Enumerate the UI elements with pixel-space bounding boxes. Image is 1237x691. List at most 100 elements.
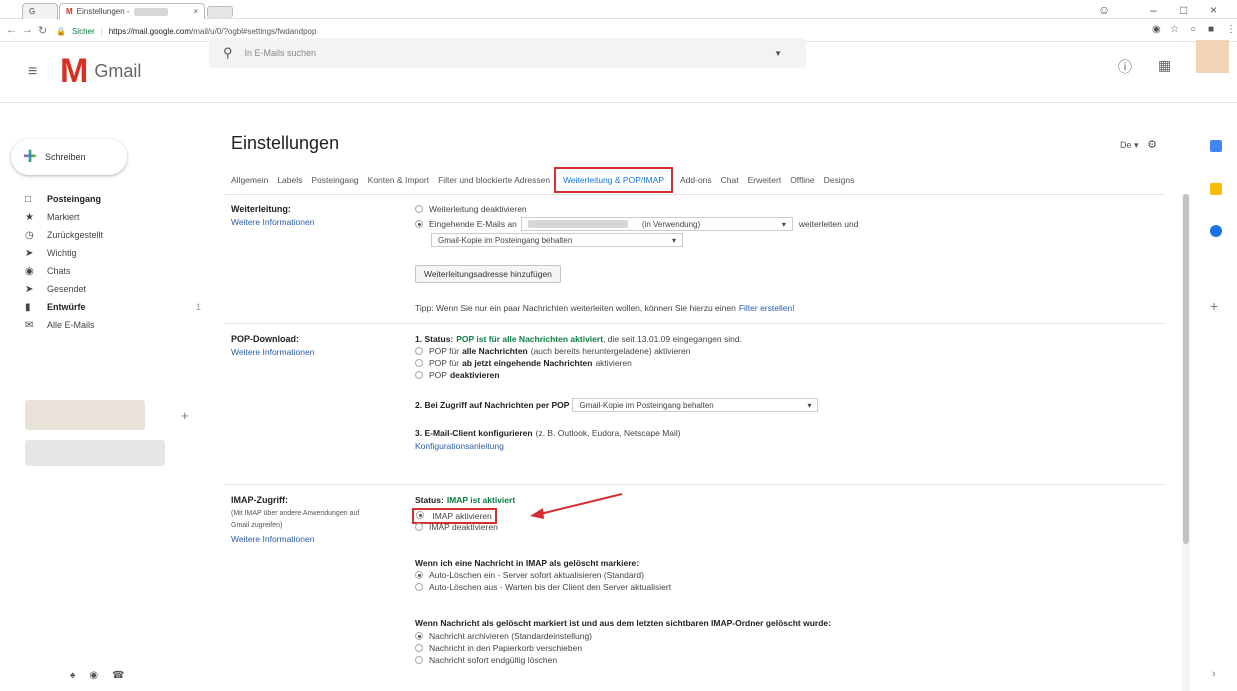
maximize-icon[interactable]: □ bbox=[1180, 3, 1187, 17]
new-tab-button[interactable] bbox=[207, 6, 233, 18]
sidebar-item-label: Zurückgestellt bbox=[47, 230, 104, 240]
pop-access-select[interactable]: Gmail-Kopie im Posteingang behalten ▾ bbox=[572, 398, 819, 412]
browser-menu-icon[interactable]: ⋮ bbox=[1226, 24, 1236, 35]
main-menu-icon[interactable]: ≡ bbox=[28, 63, 37, 81]
redacted-email bbox=[527, 220, 628, 228]
phone-icon[interactable]: ☎ bbox=[112, 670, 124, 681]
person-icon[interactable]: ♠ bbox=[70, 670, 75, 681]
tab-filters[interactable]: Filter und blockierte Adressen bbox=[438, 175, 550, 185]
tab-addons[interactable]: Add-ons bbox=[680, 175, 712, 185]
imap-delete-heading: Wenn ich eine Nachricht in IMAP als gelö… bbox=[415, 558, 640, 568]
extension-icon-3[interactable]: ■ bbox=[1208, 24, 1214, 35]
back-arrow-icon[interactable]: ← bbox=[6, 24, 17, 36]
option-label: Nachricht sofort endgültig löschen bbox=[429, 655, 558, 665]
keep-icon[interactable] bbox=[1210, 183, 1222, 195]
tab-offline[interactable]: Offline bbox=[790, 175, 814, 185]
sidebar-item-starred[interactable]: ★ Markiert bbox=[25, 208, 201, 226]
option-label-bold: deaktivieren bbox=[449, 370, 500, 380]
pop-new-option[interactable]: POP für ab jetzt eingehende Nachrichten … bbox=[415, 358, 632, 368]
calendar-icon[interactable] bbox=[1210, 140, 1222, 152]
sidebar-item-inbox[interactable]: □ Posteingang bbox=[25, 190, 201, 208]
url-host: https://mail.google.com bbox=[108, 26, 191, 36]
add-contact-icon[interactable]: + bbox=[181, 408, 189, 423]
tasks-icon[interactable] bbox=[1210, 225, 1222, 237]
tab-labels[interactable]: Labels bbox=[277, 175, 302, 185]
option-label: Nachricht archivieren (Standardeinstellu… bbox=[429, 631, 592, 641]
help-icon[interactable]: ⓘ bbox=[1118, 57, 1132, 77]
search-options-icon[interactable]: ▼ bbox=[774, 49, 782, 58]
option-label: POP bbox=[429, 370, 447, 380]
gmail-logo[interactable]: M Gmail bbox=[60, 54, 142, 88]
search-icon: ⚲ bbox=[223, 45, 233, 60]
option-label: IMAP aktivieren bbox=[432, 511, 492, 521]
pop-disable-option[interactable]: POP deaktivieren bbox=[415, 370, 500, 380]
url-path: /mail/u/0/?ogbl#settings/fwdandpop bbox=[191, 26, 317, 36]
apps-grid-icon[interactable]: ▦ bbox=[1158, 57, 1171, 74]
browser-tab-previous[interactable]: G bbox=[22, 3, 58, 19]
gmail-wordmark: Gmail bbox=[94, 60, 142, 81]
pop-more-link[interactable]: Weitere Informationen bbox=[231, 347, 314, 357]
tab-themes[interactable]: Designs bbox=[824, 175, 855, 185]
expunge-trash-option[interactable]: Nachricht in den Papierkorb verschieben bbox=[415, 643, 582, 653]
keep-copy-select[interactable]: Gmail-Kopie im Posteingang behalten ▾ bbox=[431, 233, 683, 247]
sidebar-item-sent[interactable]: ➤ Gesendet bbox=[25, 280, 201, 298]
imap-title: IMAP-Zugriff: bbox=[231, 495, 288, 505]
option-label: Auto-Löschen aus - Warten bis der Client… bbox=[429, 582, 672, 592]
auto-expunge-off-option[interactable]: Auto-Löschen aus - Warten bis der Client… bbox=[415, 582, 671, 592]
tab-general[interactable]: Allgemein bbox=[231, 175, 268, 185]
sidebar-item-chats[interactable]: ◉ Chats bbox=[25, 262, 201, 280]
imap-subtitle-1: (Mit IMAP über andere Anwendungen auf bbox=[231, 510, 360, 517]
browser-tab-bar: G M Einstellungen - × ☺ – □ × bbox=[0, 0, 1237, 19]
add-addon-icon[interactable]: + bbox=[1210, 298, 1218, 314]
forward-arrow-icon[interactable]: → bbox=[22, 24, 33, 36]
forwarding-disable-option[interactable]: Weiterleitung deaktivieren bbox=[415, 204, 527, 214]
auto-expunge-on-option[interactable]: Auto-Löschen ein - Server sofort aktuali… bbox=[415, 570, 644, 580]
tab-close-icon[interactable]: × bbox=[193, 7, 198, 16]
tab-advanced[interactable]: Erweitert bbox=[748, 175, 782, 185]
create-filter-link[interactable]: Filter erstellen! bbox=[739, 303, 795, 313]
imap-more-link[interactable]: Weitere Informationen bbox=[231, 534, 314, 544]
sidebar-item-snoozed[interactable]: ◷ Zurückgestellt bbox=[25, 226, 201, 244]
chat-icon: ◉ bbox=[25, 265, 34, 277]
option-label: Eingehende E-Mails an bbox=[429, 219, 517, 229]
extension-icon[interactable]: ◉ bbox=[1152, 24, 1161, 35]
tab-forwarding-pop-imap[interactable]: Weiterleitung & POP/IMAP bbox=[554, 167, 673, 193]
search-input[interactable]: ⚲ In E-Mails suchen ▼ bbox=[209, 38, 806, 68]
browser-tab-gmail[interactable]: M Einstellungen - × bbox=[59, 3, 205, 19]
pop-status-suffix: , die seit 13.01.09 eingegangen sind. bbox=[603, 334, 742, 344]
imap-disable-option[interactable]: IMAP deaktivieren bbox=[415, 522, 498, 532]
forward-address-select[interactable]: (in Verwendung) ▾ bbox=[520, 217, 793, 231]
reload-icon[interactable]: ↻ bbox=[38, 24, 47, 37]
expunge-delete-option[interactable]: Nachricht sofort endgültig löschen bbox=[415, 655, 557, 665]
expand-panel-icon[interactable]: › bbox=[1212, 668, 1216, 680]
tab-accounts-import[interactable]: Konten & Import bbox=[368, 175, 429, 185]
configuration-guide-link[interactable]: Konfigurationsanleitung bbox=[415, 441, 504, 451]
minimize-icon[interactable]: – bbox=[1150, 3, 1157, 17]
profile-icon[interactable]: ☺ bbox=[1098, 3, 1110, 17]
expunge-archive-option[interactable]: Nachricht archivieren (Standardeinstellu… bbox=[415, 631, 592, 641]
input-tools[interactable]: De ▾ ⚙ bbox=[1120, 138, 1157, 151]
pop-client-note: (z. B. Outlook, Eudora, Netscape Mail) bbox=[535, 428, 681, 438]
compose-button[interactable]: + Schreiben bbox=[11, 139, 127, 175]
tab-chat[interactable]: Chat bbox=[721, 175, 739, 185]
language-label: De bbox=[1120, 140, 1132, 150]
hangouts-icon[interactable]: ◉ bbox=[89, 670, 98, 681]
sidebar-item-important[interactable]: ➤ Wichtig bbox=[25, 244, 201, 262]
sidebar-item-drafts[interactable]: ▮ Entwürfe 1 bbox=[25, 298, 201, 316]
tab-inbox[interactable]: Posteingang bbox=[311, 175, 358, 185]
close-window-icon[interactable]: × bbox=[1210, 3, 1217, 17]
chevron-down-icon: ▾ bbox=[781, 219, 786, 229]
sidebar-item-label: Wichtig bbox=[47, 248, 77, 258]
pop-all-option[interactable]: POP für alle Nachrichten (auch bereits h… bbox=[415, 346, 690, 356]
avatar[interactable] bbox=[1196, 40, 1229, 73]
url-field[interactable]: 🔒 Sicher | https://mail.google.com /mail… bbox=[56, 23, 1084, 39]
add-forwarding-address-button[interactable]: Weiterleitungsadresse hinzufügen bbox=[415, 265, 561, 283]
forwarding-enable-option[interactable]: Eingehende E-Mails an (in Verwendung) ▾ … bbox=[415, 217, 858, 231]
forwarding-more-link[interactable]: Weitere Informationen bbox=[231, 217, 314, 227]
gear-icon[interactable]: ⚙ bbox=[1147, 139, 1157, 151]
bookmark-star-icon[interactable]: ☆ bbox=[1170, 24, 1179, 35]
sidebar-item-all-mail[interactable]: ✉ Alle E-Mails bbox=[25, 316, 201, 334]
scrollbar-thumb[interactable] bbox=[1183, 194, 1189, 544]
settings-scrollbar[interactable] bbox=[1182, 194, 1190, 691]
extension-icon-2[interactable]: ○ bbox=[1190, 24, 1196, 35]
